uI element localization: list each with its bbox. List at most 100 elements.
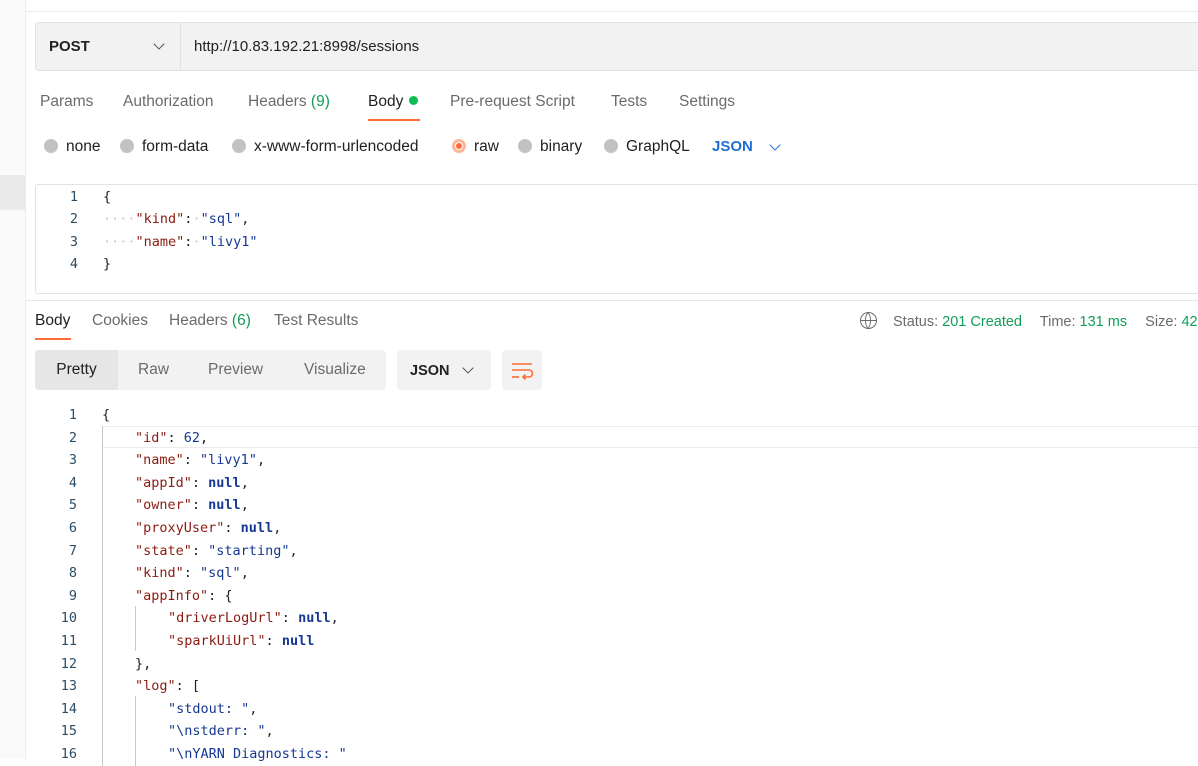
- radio-circle: [604, 139, 618, 153]
- line-number: 10: [60, 610, 77, 627]
- code-line: "\nYARN Diagnostics: ": [168, 746, 347, 762]
- radio-form-data[interactable]: form-data: [120, 138, 208, 156]
- response-format-label: JSON: [410, 363, 450, 379]
- line-number: 2: [68, 429, 77, 446]
- sidebar-selected-item[interactable]: [0, 175, 25, 210]
- line-number: 14: [60, 700, 77, 717]
- radio-circle: [44, 139, 58, 153]
- line-number: 7: [68, 542, 77, 559]
- radio-graphql[interactable]: GraphQL: [604, 138, 690, 156]
- code-line: "id": 62,: [135, 429, 209, 446]
- code-line: "owner": null,: [135, 497, 249, 514]
- url-bar: POST http://10.83.192.21:8998/sessions: [35, 22, 1198, 71]
- active-tab-underline: [368, 119, 420, 121]
- line-number: 16: [60, 746, 77, 762]
- indent-guide: [102, 426, 103, 766]
- code-line: "appId": null,: [135, 474, 249, 491]
- view-visualize-button[interactable]: Visualize: [304, 350, 366, 390]
- headers-count: (9): [310, 93, 330, 110]
- tab-pre-request-script[interactable]: Pre-request Script: [450, 93, 575, 111]
- radio-raw[interactable]: raw: [452, 138, 499, 156]
- code-line: "log": [: [135, 678, 201, 695]
- code-line: {: [103, 189, 112, 205]
- tab-response-body[interactable]: Body: [35, 312, 70, 330]
- view-preview-button[interactable]: Preview: [208, 350, 263, 390]
- line-number: 1: [68, 407, 77, 423]
- size-value[interactable]: 420: [1181, 314, 1198, 330]
- response-body-viewer[interactable]: 1 {2 "id": 62, 3 "name": "livy1", 4 "appId": n…: [35, 404, 1198, 766]
- request-body-editor[interactable]: 1 2 3 4 { ····"kind":·"sql", ····"name":…: [35, 184, 1198, 294]
- status-label: Status:: [893, 314, 939, 330]
- line-number: 3: [69, 234, 78, 250]
- tab-tests[interactable]: Tests: [611, 93, 647, 111]
- globe-icon[interactable]: [860, 312, 877, 329]
- tab-test-results[interactable]: Test Results: [274, 312, 358, 330]
- line-number: 11: [60, 633, 77, 649]
- tab-response-cookies[interactable]: Cookies: [92, 312, 148, 330]
- tab-params[interactable]: Params: [40, 93, 93, 111]
- active-response-tab-underline: [35, 338, 71, 340]
- line-number: 4: [68, 474, 77, 491]
- tab-body[interactable]: Body: [368, 93, 419, 111]
- status-value[interactable]: 201 Created: [942, 314, 1022, 330]
- code-line: "driverLogUrl": null,: [168, 610, 339, 627]
- body-indicator-dot: [409, 96, 419, 105]
- tab-settings[interactable]: Settings: [679, 93, 735, 111]
- chevron-down-icon: [462, 362, 474, 374]
- line-number: 13: [60, 678, 77, 695]
- line-number: 3: [68, 452, 77, 469]
- response-format-select[interactable]: JSON: [397, 350, 491, 390]
- wrap-lines-button[interactable]: [502, 350, 542, 390]
- line-number: 9: [68, 587, 77, 604]
- line-number: 12: [60, 655, 77, 672]
- indent-guide: [135, 696, 136, 766]
- method-select[interactable]: POST: [36, 23, 181, 70]
- tab-response-headers[interactable]: Headers (6): [169, 312, 251, 330]
- code-line: "stdout: ",: [168, 700, 258, 717]
- code-line: "kind": "sql",: [135, 565, 249, 582]
- code-line: "\nstderr: ",: [168, 723, 274, 740]
- radio-circle: [232, 139, 246, 153]
- view-pretty-button[interactable]: Pretty: [35, 350, 118, 390]
- response-status-bar: Status: 201 Created Time: 131 ms Size: 4…: [860, 312, 1198, 330]
- chevron-down-icon: [153, 38, 165, 50]
- body-format-select[interactable]: JSON: [712, 138, 781, 155]
- line-number: 4: [69, 256, 78, 272]
- code-line: "name": "livy1",: [135, 452, 266, 469]
- line-number: 1: [69, 189, 78, 205]
- line-number: 2: [69, 211, 78, 227]
- url-input[interactable]: http://10.83.192.21:8998/sessions: [194, 38, 419, 55]
- line-number: 8: [68, 565, 77, 582]
- top-divider: [25, 11, 1198, 12]
- code-line: "state": "starting",: [135, 542, 298, 559]
- code-line: ····"kind":·"sql",: [103, 211, 250, 227]
- code-line: {: [102, 407, 111, 423]
- view-raw-button[interactable]: Raw: [138, 350, 169, 390]
- code-line: },: [135, 655, 152, 672]
- code-line: "sparkUiUrl": null: [168, 633, 315, 649]
- method-label: POST: [49, 38, 90, 55]
- tab-authorization[interactable]: Authorization: [123, 93, 213, 111]
- indent-guide: [135, 606, 136, 651]
- time-value[interactable]: 131 ms: [1080, 314, 1128, 330]
- code-line: "proxyUser": null,: [135, 520, 282, 536]
- line-number: 15: [60, 723, 77, 740]
- current-line-highlight: [102, 426, 1198, 448]
- code-line: ····"name":·"livy1": [103, 234, 258, 250]
- radio-none[interactable]: none: [44, 138, 100, 156]
- tab-headers[interactable]: Headers (9): [248, 93, 330, 111]
- view-mode-group: Pretty Raw Preview Visualize: [35, 350, 386, 390]
- pane-divider[interactable]: [25, 300, 1198, 301]
- radio-circle: [120, 139, 134, 153]
- radio-urlencoded[interactable]: x-www-form-urlencoded: [232, 138, 419, 156]
- line-number: 6: [68, 520, 77, 536]
- radio-circle-selected: [452, 139, 466, 153]
- code-line: "appInfo": {: [135, 587, 233, 604]
- line-number: 5: [68, 497, 77, 514]
- response-headers-count: (6): [231, 312, 251, 329]
- radio-circle: [518, 139, 532, 153]
- code-line: }: [103, 256, 112, 272]
- radio-binary[interactable]: binary: [518, 138, 582, 156]
- size-label: Size:: [1145, 314, 1178, 330]
- wrap-lines-icon: [512, 363, 534, 381]
